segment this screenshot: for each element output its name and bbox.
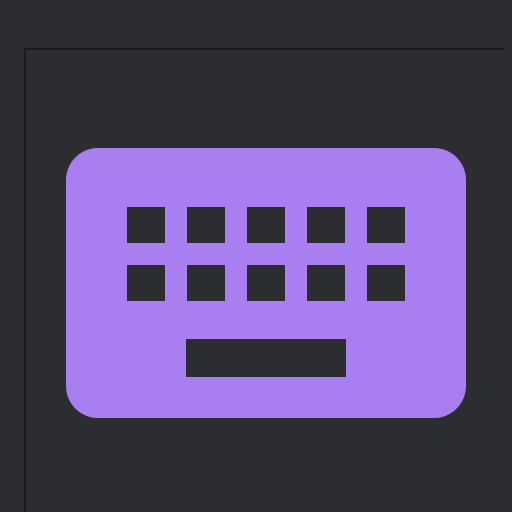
keyboard-icon-graphic xyxy=(66,148,466,418)
keyboard-key xyxy=(127,207,165,243)
app-window xyxy=(0,0,512,512)
icon-panel xyxy=(24,48,504,512)
keyboard-key xyxy=(367,265,405,301)
keyboard-key xyxy=(187,265,225,301)
keyboard-key xyxy=(247,265,285,301)
keyboard-key xyxy=(307,207,345,243)
keyboard-key xyxy=(127,265,165,301)
keyboard-key xyxy=(367,207,405,243)
keyboard-icon[interactable] xyxy=(66,148,466,418)
keyboard-key xyxy=(307,265,345,301)
keyboard-key xyxy=(187,207,225,243)
keyboard-spacebar xyxy=(186,339,346,377)
keyboard-key xyxy=(247,207,285,243)
